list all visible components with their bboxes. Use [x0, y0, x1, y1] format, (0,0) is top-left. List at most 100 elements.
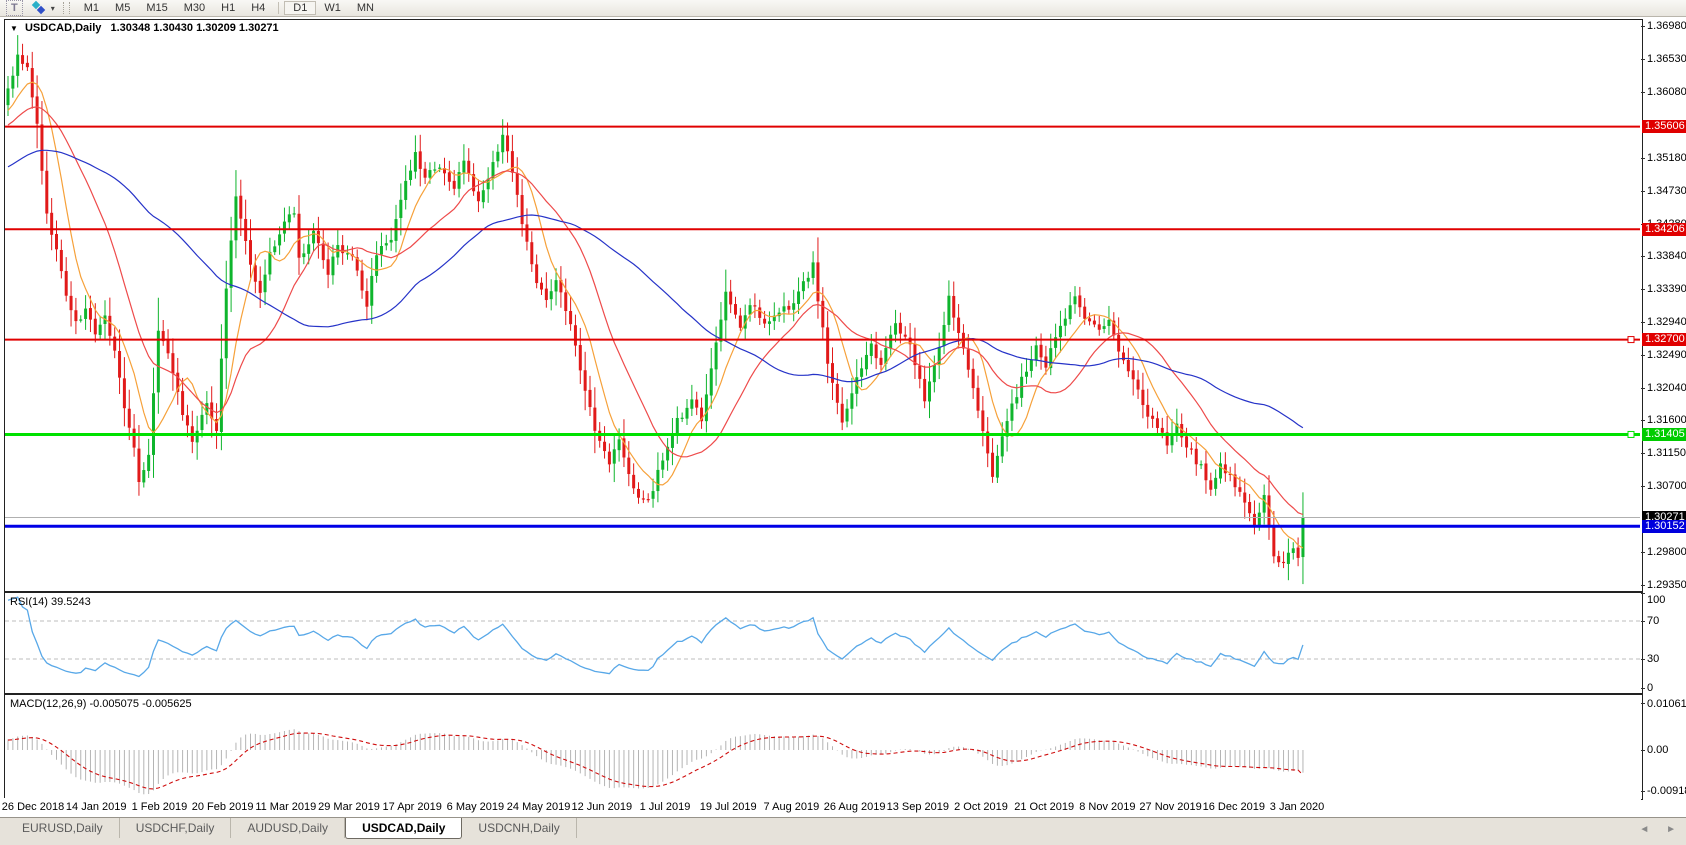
colors-tool-icon[interactable] — [31, 0, 47, 15]
price-tick-mark — [1641, 289, 1645, 291]
date-axis-label: 16 Dec 2019 — [1202, 801, 1265, 813]
price-tick-mark — [1641, 387, 1645, 389]
price-tick-label: 1.30700 — [1647, 480, 1686, 493]
timeframe-buttons: M1 M5 M15 M30 H1 H4 D1 W1 MN — [76, 1, 382, 15]
price-chart-canvas[interactable] — [5, 20, 1640, 589]
price-tick-label: 1.31600 — [1647, 414, 1686, 427]
price-tick-label: 1.36980 — [1647, 20, 1686, 32]
timeframe-button-m15[interactable]: M15 — [138, 1, 175, 15]
tab-eurusd[interactable]: EURUSD,Daily — [6, 818, 120, 838]
rsi-label: RSI(14) 39.5243 — [10, 596, 91, 608]
macd-canvas[interactable] — [5, 695, 1640, 797]
tab-scroll-right-icon[interactable]: ► — [1666, 824, 1676, 835]
trading-terminal-window: T ▾ M1 M5 M15 M30 H1 H4 D1 W1 MN ▼ USDCAD,Daily … — [0, 0, 1686, 845]
rsi-canvas[interactable] — [5, 593, 1640, 691]
main-chart-panel[interactable] — [4, 19, 1643, 592]
rsi-tick-mark — [1641, 592, 1645, 594]
price-tick-label: 1.35180 — [1647, 151, 1686, 164]
price-tick-mark — [1641, 58, 1645, 60]
price-level-badge: 1.31405 — [1642, 427, 1686, 441]
date-axis-label: 19 Jul 2019 — [699, 801, 757, 813]
date-axis[interactable]: 26 Dec 2018 14 Jan 2019 1 Feb 2019 20 Feb 2… — [1, 798, 1641, 817]
price-tick-label: 1.33840 — [1647, 250, 1686, 263]
price-axis[interactable]: 1.36980 1.36530 1.36080 1.35180 1.34730 1.342… — [1641, 17, 1686, 817]
ma-slow-blue — [7, 149, 1304, 429]
timeframe-button-mn[interactable]: MN — [349, 1, 382, 15]
rsi-panel[interactable] — [4, 592, 1643, 694]
timeframe-button-h4[interactable]: H4 — [243, 1, 273, 15]
tab-usdchf[interactable]: USDCHF,Daily — [120, 818, 232, 838]
date-axis-label: 7 Aug 2019 — [763, 801, 820, 813]
macd-tick-label: 0.010615 — [1647, 698, 1686, 710]
price-tick-mark — [1641, 91, 1645, 93]
chart-symbol-period: USDCAD,Daily — [24, 22, 102, 34]
tab-scroll-left-icon[interactable]: ◄ — [1639, 824, 1649, 835]
tab-scroll-arrows: ◄ ► — [1625, 824, 1676, 835]
chevron-down-icon[interactable]: ▾ — [51, 4, 55, 13]
toolbar: T ▾ M1 M5 M15 M30 H1 H4 D1 W1 MN — [0, 0, 1686, 17]
price-tick-label: 1.32490 — [1647, 348, 1686, 361]
price-tick-mark — [1641, 585, 1645, 586]
tab-usdcad[interactable]: USDCAD,Daily — [345, 818, 463, 839]
price-tick-mark — [1641, 190, 1645, 192]
date-axis-label: 6 May 2019 — [446, 801, 505, 813]
price-tick-mark — [1641, 354, 1645, 356]
date-axis-label: 8 Nov 2019 — [1079, 801, 1136, 813]
timeframe-button-h1[interactable]: H1 — [213, 1, 243, 15]
date-axis-label: 26 Aug 2019 — [823, 801, 886, 813]
price-tick-label: 1.29350 — [1647, 579, 1686, 591]
macd-panel[interactable] — [4, 694, 1643, 800]
text-tool-button[interactable]: T — [6, 0, 23, 16]
price-tick-label: 1.32040 — [1647, 381, 1686, 394]
macd-tick-label: -0.009181 — [1647, 785, 1686, 798]
price-tick-mark — [1641, 26, 1645, 27]
price-tick-mark — [1641, 256, 1645, 258]
chart-title: ▼ USDCAD,Daily 1.30348 1.30430 1.30209 1… — [10, 22, 279, 34]
price-tick-mark — [1641, 420, 1645, 422]
price-tick-label: 1.34730 — [1647, 184, 1686, 197]
price-tick-label: 1.31150 — [1647, 447, 1686, 460]
chart-tabs: EURUSD,Daily USDCHF,Daily AUDUSD,Daily USDC… — [6, 818, 577, 839]
chart-ohlc-quotes: 1.30348 1.30430 1.30209 1.30271 — [110, 22, 279, 34]
date-axis-label: 11 Mar 2019 — [255, 801, 317, 813]
toolbar-grip — [62, 2, 70, 14]
rsi-line — [7, 596, 1304, 678]
date-axis-label: 17 Apr 2019 — [382, 801, 442, 813]
rsi-tick-label: 100 — [1647, 594, 1666, 606]
chart-menu-caret[interactable]: ▼ — [10, 24, 18, 33]
macd-tick-mark — [1641, 791, 1645, 793]
timeframe-button-m30[interactable]: M30 — [176, 1, 213, 15]
rsi-tick-mark — [1641, 621, 1645, 622]
macd-tick-label: 0.00 — [1647, 744, 1669, 756]
price-tick-label: 1.32940 — [1647, 315, 1686, 328]
date-axis-label: 21 Oct 2019 — [1014, 801, 1075, 813]
date-axis-label: 26 Dec 2018 — [1, 801, 65, 813]
date-axis-label: 1 Jul 2019 — [639, 801, 691, 813]
timeframe-button-d1[interactable]: D1 — [284, 1, 317, 15]
date-axis-label: 29 Mar 2019 — [318, 801, 380, 813]
tab-usdcnh[interactable]: USDCNH,Daily — [462, 818, 577, 838]
tab-audusd[interactable]: AUDUSD,Daily — [231, 818, 346, 838]
price-tick-mark — [1641, 157, 1645, 159]
date-axis-label: 1 Feb 2019 — [131, 801, 188, 813]
price-tick-mark — [1641, 486, 1645, 488]
price-level-badge: 1.35606 — [1642, 120, 1686, 134]
macd-label: MACD(12,26,9) -0.005075 -0.005625 — [10, 698, 192, 710]
price-tick-label: 1.33390 — [1647, 283, 1686, 296]
price-tick-label: 1.29800 — [1647, 546, 1686, 559]
timeframe-button-m5[interactable]: M5 — [107, 1, 138, 15]
rsi-tick-label: 30 — [1647, 653, 1660, 665]
rsi-tick-label: 70 — [1647, 615, 1660, 627]
date-axis-label: 27 Nov 2019 — [1139, 801, 1202, 813]
date-axis-label: 24 May 2019 — [506, 801, 571, 813]
timeframe-button-m1[interactable]: M1 — [76, 1, 107, 15]
macd-tick-mark — [1641, 702, 1645, 704]
price-level-badge: 1.32700 — [1642, 333, 1686, 347]
toolbar-separator — [278, 2, 280, 14]
price-tick-label: 1.36530 — [1647, 52, 1686, 65]
timeframe-button-w1[interactable]: W1 — [316, 1, 349, 15]
date-axis-label: 2 Oct 2019 — [954, 801, 1008, 813]
date-axis-label: 12 Jun 2019 — [571, 801, 633, 813]
price-level-badge: 1.34206 — [1642, 222, 1686, 236]
price-tick-mark — [1641, 321, 1645, 323]
